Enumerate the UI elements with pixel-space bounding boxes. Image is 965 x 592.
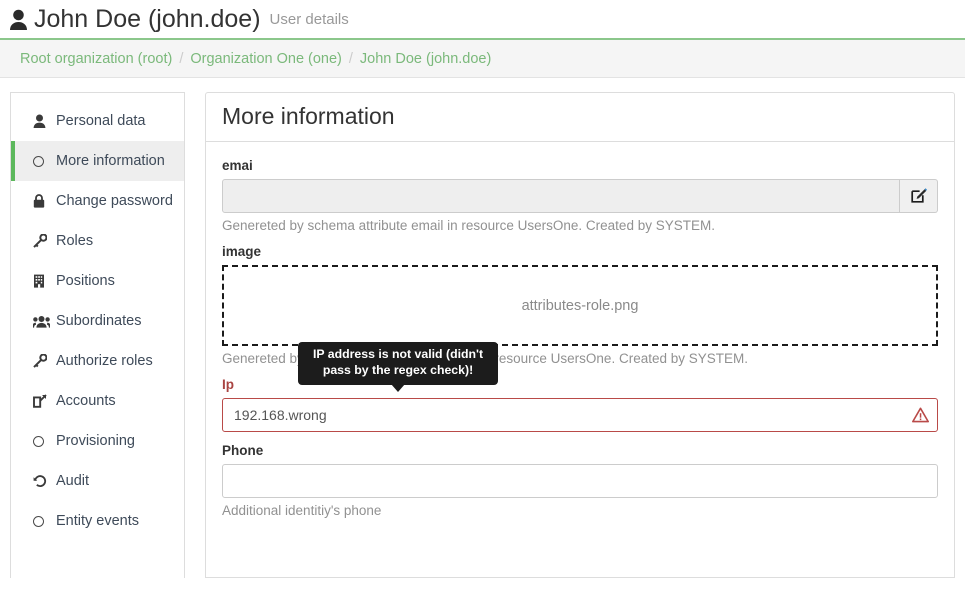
email-input-row: [222, 179, 938, 214]
sidebar-item-label: Positions: [56, 273, 115, 289]
sidebar-item-authorize-roles[interactable]: Authorize roles: [11, 341, 184, 381]
sidebar-item-label: Entity events: [56, 513, 140, 529]
ip-validation-tooltip: IP address is not valid (didn't pass by …: [298, 342, 498, 393]
external-link-icon: [33, 394, 52, 408]
breadcrumb-item-user[interactable]: John Doe (john.doe): [360, 51, 491, 67]
sidebar-item-accounts[interactable]: Accounts: [11, 381, 184, 421]
sidebar-item-label: Authorize roles: [56, 353, 153, 369]
breadcrumb-item-root[interactable]: Root organization (root): [20, 51, 172, 67]
image-label: image: [222, 244, 262, 260]
sidebar-item-provisioning[interactable]: Provisioning: [11, 421, 184, 461]
sidebar-item-label: Personal data: [56, 113, 146, 129]
panel-title: More information: [222, 103, 395, 129]
page-subtitle: User details: [269, 10, 349, 28]
panel-header: More information: [206, 93, 954, 143]
sidebar-item-label: Accounts: [56, 393, 116, 409]
email-edit-button[interactable]: [900, 179, 938, 214]
person-icon: [8, 8, 28, 30]
more-information-panel: More information emai Genereted by schem…: [205, 92, 955, 578]
building-icon: [33, 274, 52, 288]
sidebar-nav: Personal data More information Change pa…: [10, 92, 185, 578]
sidebar-item-label: Roles: [56, 233, 94, 249]
sidebar-item-audit[interactable]: Audit: [11, 461, 184, 501]
panel-body: emai Genereted by schema attribute email…: [206, 142, 954, 518]
lock-icon: [33, 194, 52, 208]
field-group-email: emai Genereted by schema attribute email…: [222, 158, 938, 233]
sidebar-item-roles[interactable]: Roles: [11, 221, 184, 261]
field-group-ip: Ip: [222, 377, 938, 433]
edit-pencil-square-icon: [910, 187, 927, 206]
page-layout: Personal data More information Change pa…: [0, 78, 965, 578]
page-header: John Doe (john.doe) User details: [0, 0, 965, 40]
breadcrumb-separator: /: [179, 50, 184, 67]
phone-input-row: [222, 464, 938, 499]
sidebar-item-positions[interactable]: Positions: [11, 261, 184, 301]
content-area: More information emai Genereted by schem…: [185, 92, 955, 578]
breadcrumb: Root organization (root) / Organization …: [0, 40, 965, 78]
sidebar-item-more-information[interactable]: More information: [11, 141, 184, 181]
phone-input[interactable]: [222, 464, 938, 499]
ip-input-row: [222, 398, 938, 433]
breadcrumb-separator: /: [348, 50, 353, 67]
image-filename: attributes-role.png: [521, 297, 639, 314]
sidebar-item-label: Provisioning: [56, 433, 135, 449]
breadcrumb-item-organization[interactable]: Organization One (one): [190, 51, 342, 67]
key-icon: [33, 234, 52, 248]
circle-icon: [33, 515, 52, 527]
sidebar-item-label: Audit: [56, 473, 90, 489]
sidebar-item-label: Subordinates: [56, 313, 142, 329]
email-help-text: Genereted by schema attribute email in r…: [222, 218, 715, 234]
ip-input[interactable]: [222, 398, 938, 433]
person-icon: [33, 114, 52, 128]
key-icon: [33, 354, 52, 368]
sidebar-item-change-password[interactable]: Change password: [11, 181, 184, 221]
email-label: emai: [222, 158, 253, 174]
circle-icon: [33, 155, 52, 167]
phone-label: Phone: [222, 443, 264, 459]
users-icon: [33, 315, 52, 328]
email-input[interactable]: [222, 179, 900, 214]
sidebar-item-subordinates[interactable]: Subordinates: [11, 301, 184, 341]
field-group-phone: Phone Additional identitiy's phone: [222, 443, 938, 518]
sidebar-item-label: Change password: [56, 193, 173, 209]
history-icon: [33, 474, 52, 488]
sidebar-item-entity-events[interactable]: Entity events: [11, 501, 184, 541]
sidebar-item-personal-data[interactable]: Personal data: [11, 101, 184, 141]
sidebar-item-label: More information: [56, 153, 165, 169]
phone-help-text: Additional identitiy's phone: [222, 503, 382, 519]
image-dropzone[interactable]: attributes-role.png: [222, 265, 938, 347]
circle-icon: [33, 435, 52, 447]
page-title: John Doe (john.doe): [34, 4, 261, 33]
